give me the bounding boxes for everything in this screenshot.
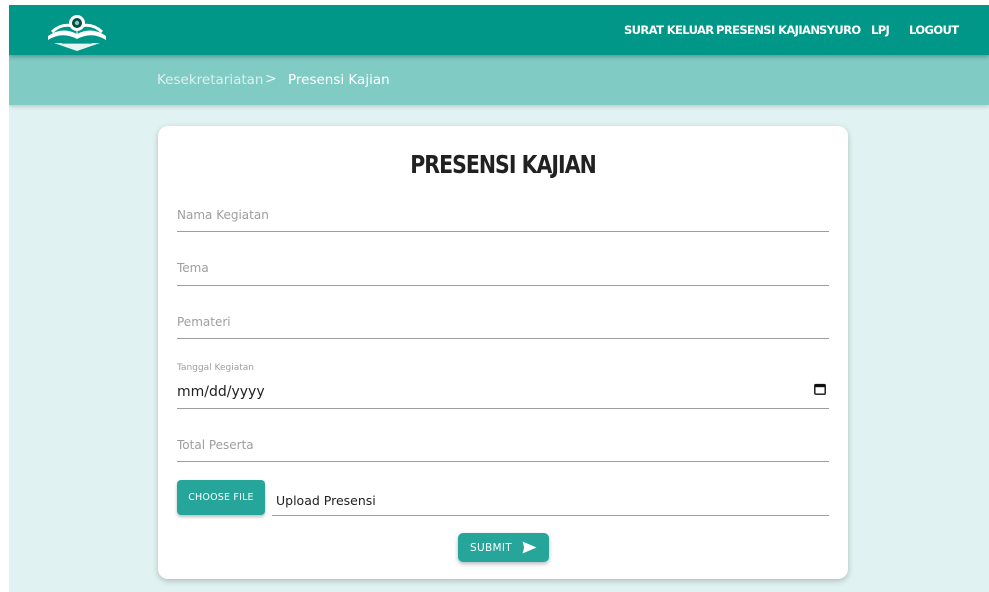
field-underline <box>177 461 829 462</box>
file-path-value: Upload Presensi <box>276 493 376 508</box>
total-peserta-placeholder: Total Peserta <box>177 438 254 452</box>
file-path-field[interactable]: Upload Presensi <box>272 489 829 516</box>
choose-file-button[interactable]: CHOOSE FILE <box>177 480 265 515</box>
page-title: PRESENSI KAJIAN <box>410 150 597 179</box>
tanggal-kegiatan-label: Tanggal Kegiatan <box>177 363 254 373</box>
breadcrumb: Kesekretariatan > Presensi Kajian <box>9 55 989 105</box>
send-icon <box>522 541 537 554</box>
open-book-logo-icon[interactable] <box>46 9 108 51</box>
app-frame: SURAT KELUAR PRESENSI KAJIAN SYURO LPJ L… <box>9 5 989 592</box>
pemateri-placeholder: Pemateri <box>177 315 231 329</box>
submit-button[interactable]: SUBMIT <box>458 533 549 562</box>
presensi-form-card: PRESENSI KAJIAN Nama Kegiatan Tema Pemat… <box>158 126 848 579</box>
tanggal-kegiatan-field[interactable]: Tanggal Kegiatan mm/dd/yyyy <box>177 356 829 409</box>
nav-logout[interactable]: LOGOUT <box>909 23 959 37</box>
field-underline <box>177 408 829 409</box>
breadcrumb-item-kesekretariatan[interactable]: Kesekretariatan <box>157 72 263 88</box>
tema-field[interactable]: Tema <box>177 249 829 286</box>
field-underline <box>177 231 829 232</box>
field-underline <box>272 515 829 516</box>
nav-surat-keluar[interactable]: SURAT KELUAR <box>624 23 714 37</box>
tema-placeholder: Tema <box>177 261 209 275</box>
nav-presensi-kajian[interactable]: PRESENSI KAJIAN <box>716 23 820 37</box>
field-underline <box>177 338 829 339</box>
pemateri-field[interactable]: Pemateri <box>177 303 829 339</box>
nav-syuro[interactable]: SYURO <box>819 23 861 37</box>
tanggal-kegiatan-value: mm/dd/yyyy <box>177 384 265 400</box>
field-underline <box>177 285 829 286</box>
top-navbar: SURAT KELUAR PRESENSI KAJIAN SYURO LPJ L… <box>9 5 989 55</box>
nama-kegiatan-placeholder: Nama Kegiatan <box>177 208 269 222</box>
breadcrumb-separator: > <box>265 71 277 87</box>
submit-label: SUBMIT <box>470 541 512 554</box>
nama-kegiatan-field[interactable]: Nama Kegiatan <box>177 196 829 232</box>
nav-lpj[interactable]: LPJ <box>871 23 890 37</box>
total-peserta-field[interactable]: Total Peserta <box>177 426 829 462</box>
breadcrumb-item-presensi-kajian[interactable]: Presensi Kajian <box>288 72 390 88</box>
calendar-icon[interactable] <box>814 383 826 395</box>
